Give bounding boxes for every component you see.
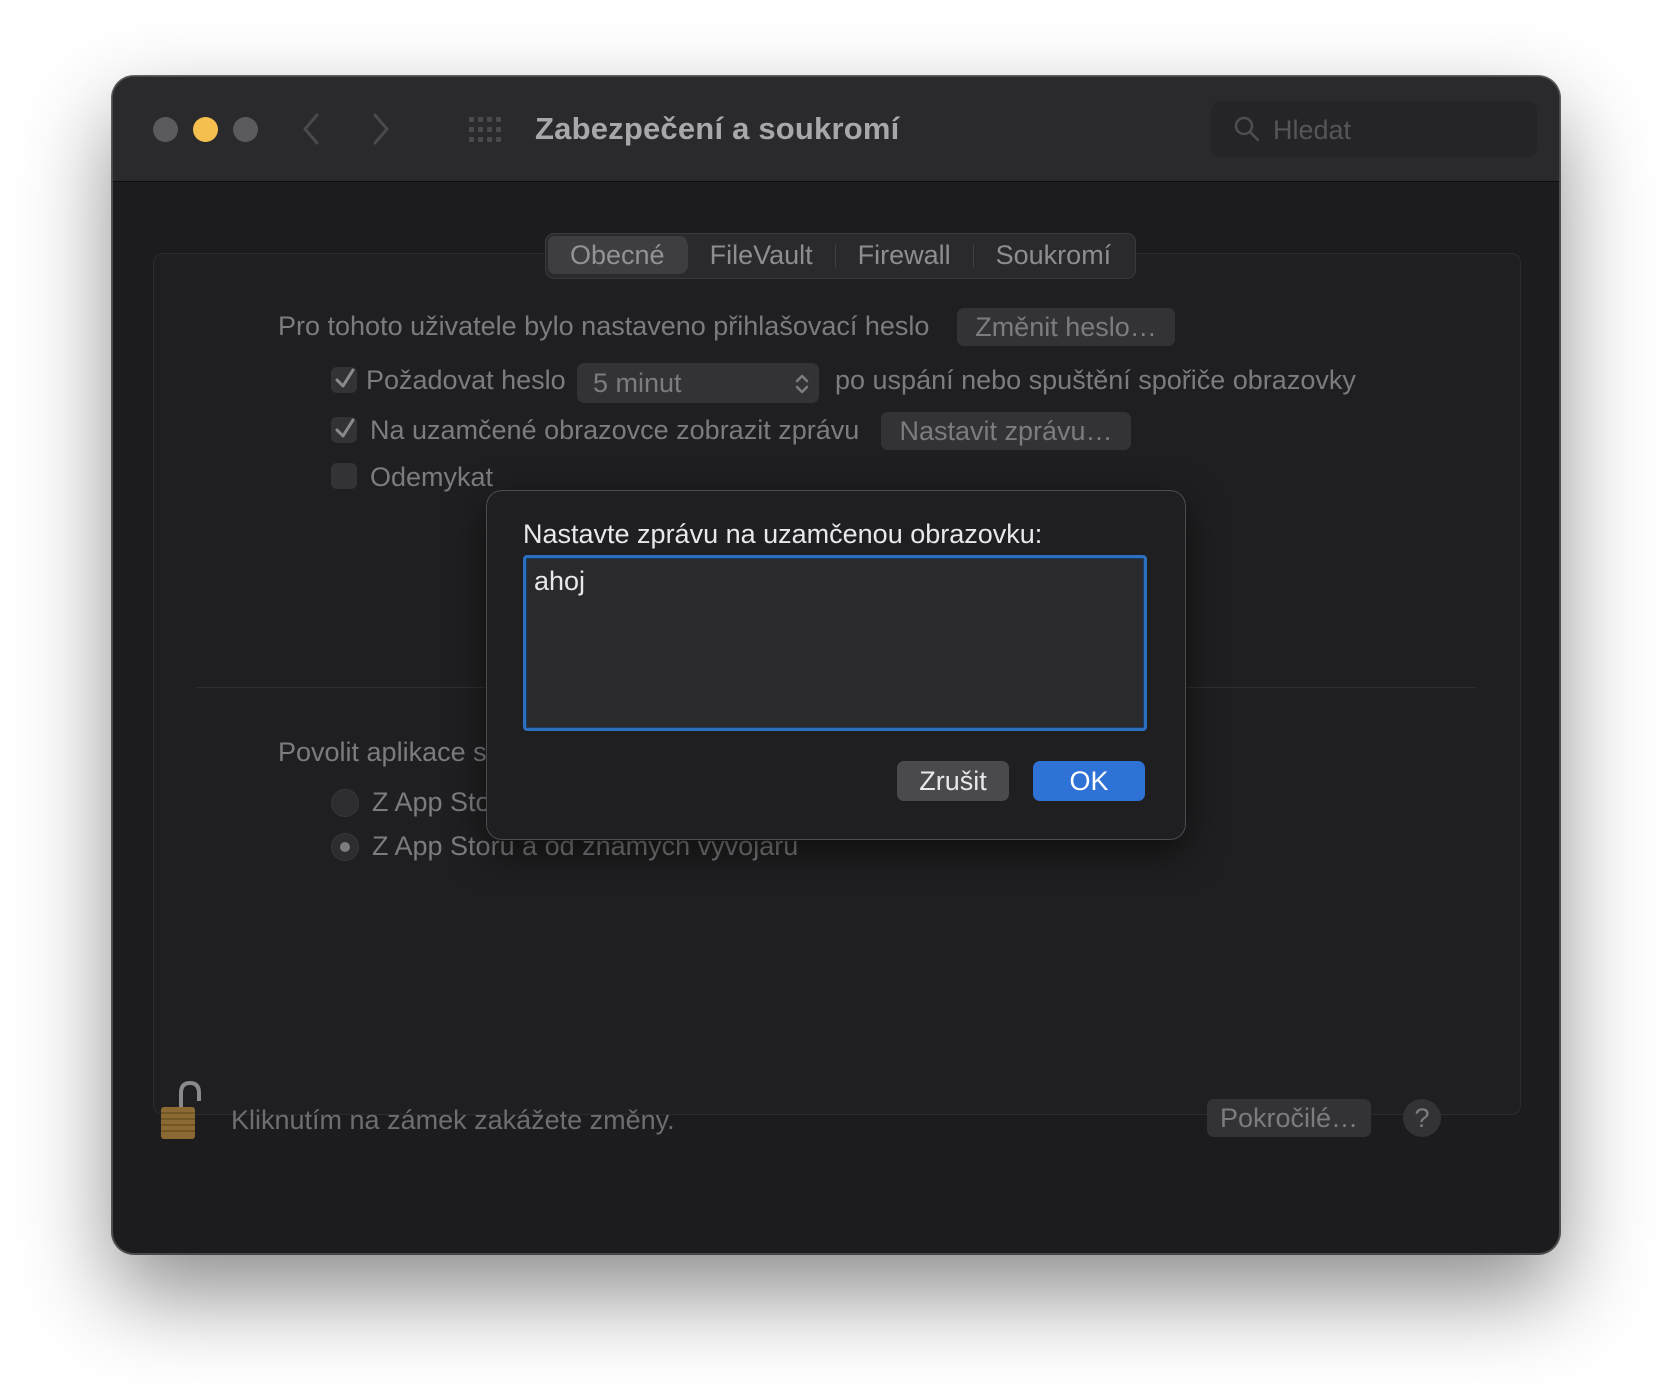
help-button[interactable]: ? [1403, 1099, 1441, 1137]
forward-arrow-icon[interactable] [365, 111, 395, 147]
search-field[interactable] [1211, 101, 1537, 157]
stepper-chevrons-icon [795, 374, 809, 394]
tab-bar: Obecné FileVault Firewall Soukromí [545, 233, 1137, 279]
checkmark-icon [335, 418, 355, 438]
password-interval-select[interactable]: 5 minut [577, 363, 819, 403]
lock-message-dialog: Nastavte zprávu na uzamčenou obrazovku: … [486, 490, 1186, 840]
message-field[interactable]: ahoj [523, 555, 1147, 731]
dialog-prompt: Nastavte zprávu na uzamčenou obrazovku: [523, 519, 1043, 549]
unlock-label: Odemykat [370, 462, 494, 492]
title-bar: Zabezpečení a soukromí [113, 77, 1559, 182]
window-title: Zabezpečení a soukromí [535, 111, 900, 146]
back-arrow-icon[interactable] [297, 111, 327, 147]
require-password-checkbox[interactable] [331, 367, 357, 393]
lock-message-checkbox[interactable] [331, 417, 357, 443]
cancel-button[interactable]: Zrušit [897, 761, 1009, 801]
require-password-suffix: po uspání nebo spuštění spořiče obrazovk… [835, 365, 1356, 395]
change-password-button[interactable]: Změnit heslo… [957, 308, 1175, 346]
unlock-checkbox[interactable] [331, 463, 357, 489]
show-all-grid-icon[interactable] [467, 115, 507, 145]
tab-general[interactable]: Obecné [548, 236, 687, 274]
search-input[interactable] [1271, 109, 1525, 151]
password-set-text: Pro tohoto uživatele bylo nastaveno přih… [278, 311, 930, 341]
require-password-label: Požadovat heslo [366, 365, 566, 395]
lock-message-label: Na uzamčené obrazovce zobrazit zprávu [370, 415, 860, 445]
set-message-button[interactable]: Nastavit zprávu… [881, 412, 1131, 450]
app-store-radio[interactable] [331, 789, 359, 817]
app-store-developers-radio[interactable] [331, 833, 359, 861]
tab-privacy[interactable]: Soukromí [974, 236, 1134, 274]
tab-firewall[interactable]: Firewall [836, 236, 973, 274]
minimize-window-button[interactable] [193, 117, 218, 142]
ok-button[interactable]: OK [1033, 761, 1145, 801]
allow-apps-label: Povolit aplikace s [278, 737, 487, 767]
app-store-radio-label: Z App Sto [372, 787, 491, 817]
tab-filevault[interactable]: FileVault [688, 236, 835, 274]
unlocked-padlock-icon[interactable] [159, 1079, 209, 1141]
checkmark-icon [335, 368, 355, 388]
message-textarea[interactable]: ahoj [534, 566, 1130, 716]
password-interval-value: 5 minut [593, 368, 682, 398]
lock-status-text: Kliknutím na zámek zakážete změny. [231, 1105, 675, 1135]
zoom-window-button[interactable] [233, 117, 258, 142]
advanced-button[interactable]: Pokročilé… [1207, 1099, 1371, 1137]
search-icon [1234, 116, 1260, 142]
close-window-button[interactable] [153, 117, 178, 142]
